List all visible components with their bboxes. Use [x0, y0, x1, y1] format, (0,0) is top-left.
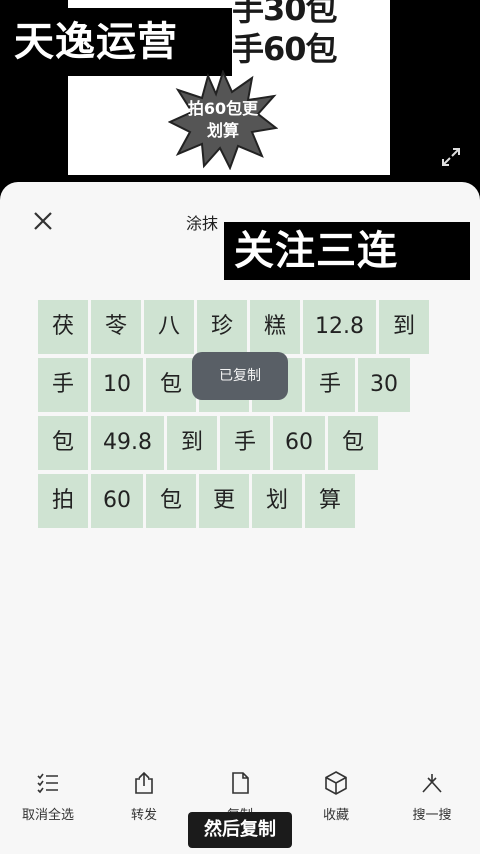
fullscreen-icon[interactable] — [440, 146, 462, 168]
video-text-line2: 手60包 — [232, 30, 338, 68]
copy-doc-icon — [232, 772, 249, 794]
token[interactable]: 茯 — [38, 300, 88, 354]
token[interactable]: 12.8 — [303, 300, 376, 354]
token[interactable]: 包 — [146, 358, 196, 412]
token[interactable]: 49.8 — [91, 416, 164, 470]
copied-toast: 已复制 — [192, 352, 288, 400]
favorite-label: 收藏 — [322, 808, 349, 823]
brand-caption: 天逸运营 — [0, 8, 232, 76]
token[interactable]: 八 — [144, 300, 194, 354]
token[interactable]: 包 — [146, 474, 196, 528]
token[interactable]: 到 — [166, 416, 217, 470]
favorite-button[interactable]: 收藏 — [288, 766, 384, 836]
sparkle-search-icon — [422, 774, 442, 793]
token-grid: 茯 苓 八 珍 糕 12.8 到 手 10 包 到 手 30 包 49.8 到 … — [38, 300, 438, 532]
bottom-subtitle: 然后复制 — [188, 812, 292, 848]
overlay-caption: 关注三连 — [224, 222, 470, 280]
token[interactable]: 糕 — [250, 300, 300, 354]
token[interactable]: 手 — [38, 358, 88, 412]
text-select-sheet: 涂抹 关注三连 茯 苓 八 珍 糕 12.8 到 手 10 包 到 手 30 包… — [0, 182, 480, 854]
close-icon[interactable] — [30, 208, 56, 234]
token[interactable]: 苓 — [91, 300, 141, 354]
token[interactable]: 10 — [91, 358, 143, 412]
deselect-all-button[interactable]: 取消全选 — [0, 766, 96, 836]
token-row: 拍 60 包 更 划 算 — [38, 474, 438, 528]
token[interactable]: 包 — [38, 416, 88, 470]
share-icon — [135, 771, 153, 794]
starburst-text-line2: 划算 — [206, 121, 239, 140]
token[interactable]: 算 — [305, 474, 355, 528]
search-button[interactable]: 搜一搜 — [384, 766, 480, 836]
token[interactable]: 30 — [358, 358, 410, 412]
token[interactable]: 划 — [252, 474, 302, 528]
token[interactable]: 珍 — [197, 300, 247, 354]
sheet-title: 涂抹 — [186, 214, 219, 233]
token-row: 茯 苓 八 珍 糕 12.8 到 — [38, 300, 438, 354]
video-area: 手30包 手60包 天逸运营 拍60包更 划算 — [0, 0, 480, 200]
token[interactable]: 到 — [378, 300, 429, 354]
forward-label: 转发 — [130, 808, 157, 823]
token[interactable]: 60 — [91, 474, 143, 528]
token[interactable]: 60 — [272, 416, 325, 470]
token[interactable]: 更 — [199, 474, 249, 528]
token[interactable]: 包 — [327, 416, 378, 470]
token[interactable]: 手 — [219, 416, 270, 470]
search-label: 搜一搜 — [412, 808, 452, 823]
cube-icon — [325, 771, 347, 795]
starburst-text-line1: 拍60包更 — [187, 99, 259, 118]
forward-button[interactable]: 转发 — [96, 766, 192, 836]
starburst-text: 拍60包更 划算 — [180, 98, 266, 142]
token-row: 包 49.8 到 手 60 包 — [38, 416, 438, 470]
checklist-icon — [37, 773, 58, 794]
token[interactable]: 拍 — [38, 474, 88, 528]
token[interactable]: 手 — [305, 358, 355, 412]
deselect-all-label: 取消全选 — [21, 808, 74, 823]
